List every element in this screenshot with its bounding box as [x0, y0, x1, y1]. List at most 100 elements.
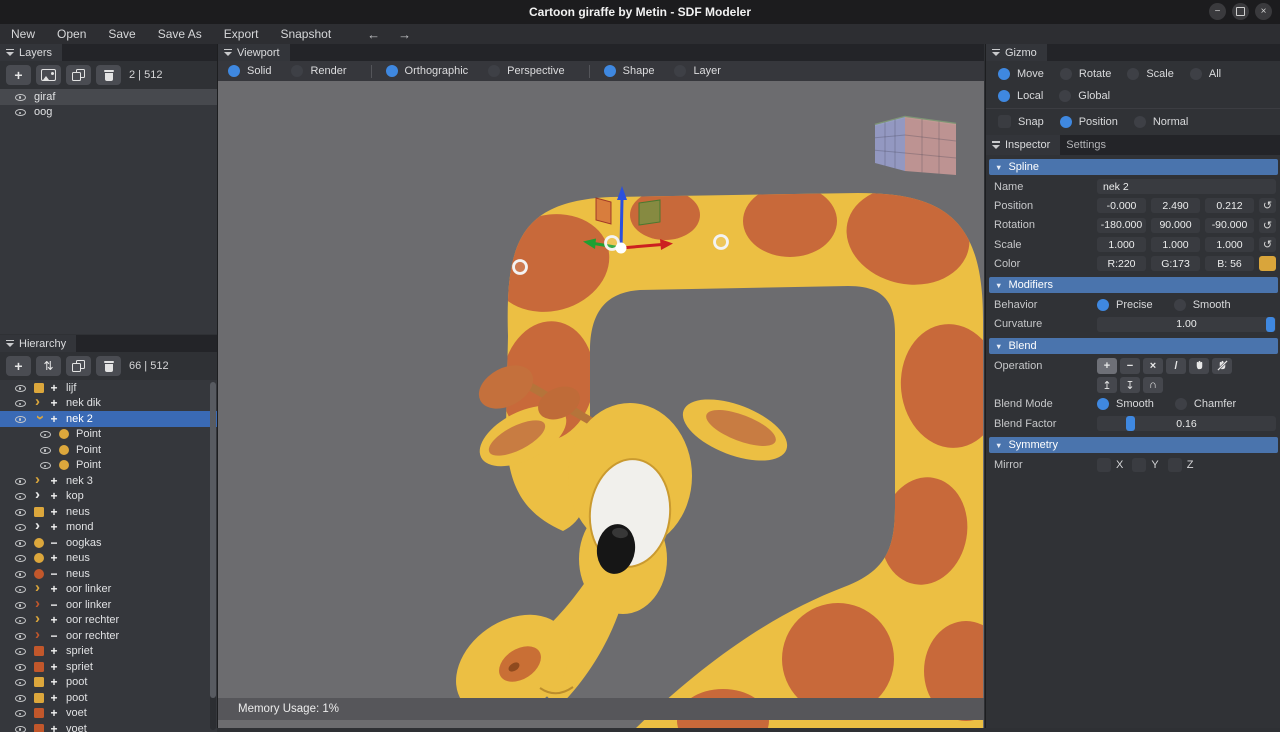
chevron-right-icon[interactable] — [34, 491, 44, 501]
scale-y-input[interactable]: 1.000 — [1151, 237, 1200, 252]
chevron-right-icon[interactable] — [34, 398, 44, 408]
radio-icon[interactable] — [1097, 398, 1109, 410]
option-normal[interactable]: Normal — [1134, 116, 1188, 128]
name-input[interactable]: nek 2 — [1097, 179, 1276, 194]
tab-viewport[interactable]: Viewport — [218, 44, 290, 61]
grab-icon[interactable] — [1189, 358, 1209, 374]
visibility-eye-icon[interactable] — [39, 443, 52, 456]
hierarchy-item[interactable]: +lijf — [0, 380, 217, 396]
visibility-eye-icon[interactable] — [14, 660, 27, 673]
gizmo-origin[interactable] — [616, 243, 627, 254]
position-z-input[interactable]: 0.212 — [1205, 198, 1254, 213]
option-local[interactable]: Local — [998, 90, 1043, 102]
tab-gizmo[interactable]: Gizmo — [986, 44, 1047, 61]
hierarchy-item[interactable]: +spriet — [0, 644, 217, 660]
checkbox-icon[interactable] — [998, 115, 1011, 128]
chevron-right-icon[interactable] — [34, 631, 44, 641]
radio-icon[interactable] — [1174, 299, 1186, 311]
radio-icon[interactable] — [291, 65, 303, 77]
visibility-eye-icon[interactable] — [14, 645, 27, 658]
control-point[interactable] — [715, 236, 728, 249]
duplicate-layer-button[interactable] — [66, 65, 91, 85]
position-x-input[interactable]: -0.000 — [1097, 198, 1146, 213]
duplicate-shape-button[interactable] — [66, 356, 91, 376]
chevron-right-icon[interactable] — [34, 584, 44, 594]
option-perspective[interactable]: Perspective — [488, 65, 564, 77]
control-point[interactable] — [514, 261, 527, 274]
reset-position-button[interactable]: ↺ — [1259, 198, 1276, 213]
hierarchy-item[interactable]: −oogkas — [0, 535, 217, 551]
section-modifiers[interactable]: ▼ Modifiers — [989, 277, 1278, 293]
hierarchy-item[interactable]: −oor linker — [0, 597, 217, 613]
collapse-icon[interactable] — [224, 49, 232, 57]
visibility-eye-icon[interactable] — [14, 614, 27, 627]
nav-cube[interactable] — [875, 117, 956, 175]
no-grab-icon[interactable] — [1212, 358, 1232, 374]
visibility-eye-icon[interactable] — [14, 707, 27, 720]
option-orthographic[interactable]: Orthographic — [386, 65, 469, 77]
option-shape[interactable]: Shape — [604, 65, 655, 77]
hierarchy-item[interactable]: +nek dik — [0, 396, 217, 412]
layer-row[interactable]: giraf — [0, 89, 217, 105]
add-layer-button[interactable]: + — [6, 65, 31, 85]
undo-back-icon[interactable]: ← — [358, 27, 389, 42]
snap-checkbox[interactable]: Snap — [998, 115, 1044, 128]
hierarchy-item[interactable]: −oor rechter — [0, 628, 217, 644]
mirror-z-checkbox[interactable] — [1168, 458, 1182, 472]
collapse-icon[interactable] — [6, 49, 14, 57]
maximize-button[interactable] — [1232, 3, 1249, 20]
hierarchy-item[interactable]: +spriet — [0, 659, 217, 675]
hierarchy-item[interactable]: +poot — [0, 690, 217, 706]
option-precise[interactable]: Precise — [1097, 299, 1153, 311]
tab-hierarchy[interactable]: Hierarchy — [0, 335, 76, 352]
raise-icon[interactable]: ↥ — [1097, 377, 1117, 393]
intersect-icon[interactable]: × — [1143, 358, 1163, 374]
radio-icon[interactable] — [228, 65, 240, 77]
visibility-eye-icon[interactable] — [14, 521, 27, 534]
hierarchy-item[interactable]: Point — [0, 442, 217, 458]
section-symmetry[interactable]: ▼ Symmetry — [989, 437, 1278, 453]
curvature-slider[interactable]: 1.00 — [1097, 317, 1276, 332]
radio-icon[interactable] — [1059, 90, 1071, 102]
lower-icon[interactable]: ↧ — [1120, 377, 1140, 393]
radio-icon[interactable] — [1175, 398, 1187, 410]
delete-shape-button[interactable] — [96, 356, 121, 376]
visibility-eye-icon[interactable] — [14, 567, 27, 580]
option-smooth-blend[interactable]: Smooth — [1097, 398, 1154, 410]
giraffe-model[interactable] — [218, 81, 984, 728]
union-icon[interactable]: + — [1097, 358, 1117, 374]
hierarchy-item-selected[interactable]: +nek 2 — [0, 411, 217, 427]
hierarchy-item[interactable]: +poot — [0, 675, 217, 691]
radio-icon[interactable] — [1134, 116, 1146, 128]
visibility-eye-icon[interactable] — [14, 90, 27, 103]
visibility-eye-icon[interactable] — [14, 583, 27, 596]
visibility-eye-icon[interactable] — [14, 629, 27, 642]
close-button[interactable]: × — [1255, 3, 1272, 20]
option-scale[interactable]: Scale — [1127, 68, 1174, 80]
visibility-eye-icon[interactable] — [14, 381, 27, 394]
hierarchy-scrollbar[interactable] — [210, 382, 216, 730]
menu-save-as[interactable]: Save As — [147, 24, 213, 44]
hierarchy-item[interactable]: +neus — [0, 551, 217, 567]
option-chamfer[interactable]: Chamfer — [1175, 398, 1236, 410]
hierarchy-item[interactable]: Point — [0, 458, 217, 474]
hierarchy-item[interactable]: Point — [0, 427, 217, 443]
blend-factor-slider[interactable]: 0.16 — [1097, 416, 1276, 431]
menu-save[interactable]: Save — [97, 24, 146, 44]
color-g-input[interactable]: G:173 — [1151, 256, 1200, 271]
radio-icon[interactable] — [488, 65, 500, 77]
visibility-eye-icon[interactable] — [14, 106, 27, 119]
minimize-button[interactable]: − — [1209, 3, 1226, 20]
visibility-eye-icon[interactable] — [14, 536, 27, 549]
mirror-x-checkbox[interactable] — [1097, 458, 1111, 472]
reset-rotation-button[interactable]: ↺ — [1259, 218, 1276, 233]
radio-icon[interactable] — [1097, 299, 1109, 311]
menu-snapshot[interactable]: Snapshot — [269, 24, 342, 44]
chevron-right-icon[interactable] — [34, 476, 44, 486]
collapse-icon[interactable] — [992, 49, 1000, 57]
radio-icon[interactable] — [1127, 68, 1139, 80]
chevron-right-icon[interactable] — [34, 615, 44, 625]
menu-new[interactable]: New — [0, 24, 46, 44]
visibility-eye-icon[interactable] — [39, 428, 52, 441]
color-swatch[interactable] — [1259, 256, 1276, 271]
